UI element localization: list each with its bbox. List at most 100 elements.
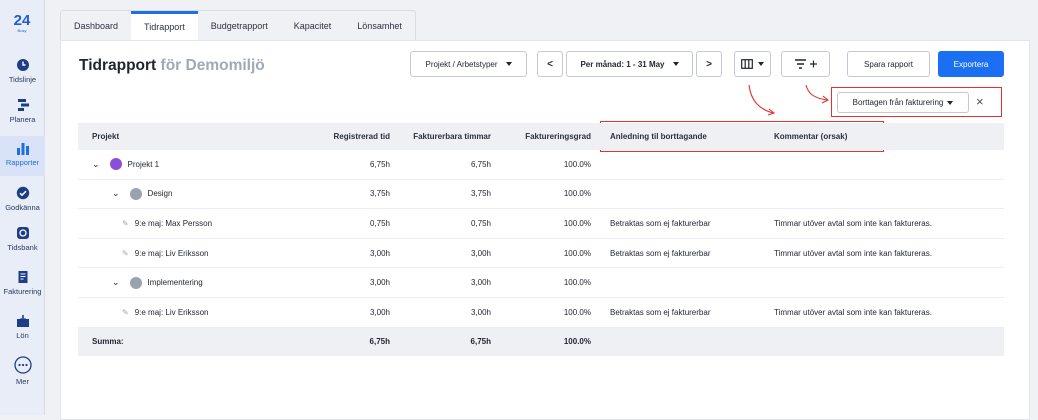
sidebar-item-lon[interactable]: Lön [0, 314, 45, 340]
chevron-left-icon: < [547, 58, 553, 70]
salary-icon [16, 315, 29, 327]
cell-registrerad: 6,75h [369, 159, 390, 169]
invoice-icon [18, 271, 27, 283]
cell-anledning: Betraktas som ej fakturerbar [610, 248, 711, 258]
pencil-icon[interactable]: ✎ [122, 308, 129, 317]
main-area: Dashboard Tidrapport Budgetrapport Kapac… [60, 10, 1030, 420]
period-dropdown[interactable]: Per månad: 1 - 31 May [566, 51, 693, 77]
row-name: Design [147, 189, 173, 199]
table-row[interactable]: ⌄ Design 3,75h 3,75h 100.0% [78, 180, 1004, 210]
prev-period-button[interactable]: < [537, 51, 563, 77]
app-logo[interactable]: 24 Busy [10, 13, 34, 33]
pencil-icon[interactable]: ✎ [122, 249, 129, 258]
chevron-down-icon[interactable]: ⌄ [112, 277, 120, 288]
cell-anledning: Betraktas som ej fakturerbar [610, 218, 711, 228]
cell-kommentar: Timmar utöver avtal som inte kan fakture… [774, 218, 932, 228]
chevron-down-icon [505, 62, 512, 66]
columns-button[interactable] [734, 51, 771, 77]
sum-label: Summa: [92, 337, 124, 347]
sidebar-item-godkanna[interactable]: Godkänna [0, 186, 45, 212]
cell-registrerad: 3,00h [369, 278, 390, 288]
groupby-label: Projekt / Arbetstyper [425, 59, 498, 69]
col-registrerad-tid[interactable]: Registrerad tid [308, 132, 390, 141]
cell-grad: 100.0% [563, 189, 591, 199]
table-row[interactable]: ⌄ Implementering 3,00h 3,00h 100.0% [78, 268, 1004, 298]
sidebar-item-mer[interactable]: Mer [0, 356, 45, 386]
close-icon[interactable]: × [976, 94, 984, 109]
col-projekt[interactable]: Projekt [78, 132, 308, 141]
cell-grad: 100.0% [563, 307, 591, 317]
table-row[interactable]: ✎ 9:e maj: Max Persson 0,75h 0,75h 100.0%… [78, 209, 1004, 239]
export-button[interactable]: Exportera [938, 51, 1004, 77]
cell-kommentar: Timmar utöver avtal som inte kan fakture… [774, 307, 932, 317]
sidebar: 24 Busy Tidslinje Planera Rapporter Godkä… [0, 0, 45, 415]
cell-grad: 100.0% [563, 248, 591, 258]
timebank-icon [16, 227, 29, 239]
tab-budgetrapport[interactable]: Budgetrapport [198, 11, 281, 40]
report-table: Projekt Registrerad tid Fakturerbara tim… [78, 123, 1004, 356]
filter-plus-icon [794, 59, 817, 69]
sidebar-item-planera[interactable]: Planera [0, 98, 45, 124]
clock-icon [16, 59, 29, 71]
cell-registrerad: 3,75h [369, 189, 390, 199]
tab-lonsamhet[interactable]: Lönsamhet [344, 11, 415, 40]
tab-kapacitet[interactable]: Kapacitet [281, 11, 345, 40]
sidebar-item-label: Fakturering [3, 287, 42, 296]
table-row[interactable]: ⌄ Projekt 1 6,75h 6,75h 100.0% [78, 150, 1004, 180]
cell-grad: 100.0% [563, 218, 591, 228]
save-report-label: Spara rapport [864, 59, 913, 69]
worktype-icon [129, 276, 142, 289]
period-label: Per månad: 1 - 31 May [580, 59, 665, 69]
sidebar-item-tidslinje[interactable]: Tidslinje [0, 58, 45, 84]
groupby-dropdown[interactable]: Projekt / Arbetstyper [410, 51, 527, 77]
cell-grad: 100.0% [563, 278, 591, 288]
row-name: Projekt 1 [127, 159, 160, 169]
sidebar-item-tidsbank[interactable]: Tidsbank [0, 226, 45, 252]
cell-fakturerbara: 3,00h [470, 248, 491, 258]
plan-icon [17, 99, 29, 111]
sidebar-item-label: Tidslinje [8, 75, 37, 84]
cell-registrerad: 0,75h [369, 218, 390, 228]
table-row[interactable]: ✎ 9:e maj: Liv Eriksson 3,00h 3,00h 100.0… [78, 239, 1004, 269]
bar-chart-icon [16, 143, 29, 155]
report-tabs: Dashboard Tidrapport Budgetrapport Kapac… [60, 10, 416, 40]
more-icon [13, 356, 32, 374]
filter-tag-label: Borttagen från fakturering [852, 98, 944, 107]
columns-icon [741, 59, 753, 69]
sum-grad: 100.0% [563, 337, 591, 347]
pencil-icon[interactable]: ✎ [122, 219, 129, 228]
cell-fakturerbara: 3,00h [470, 307, 491, 317]
col-faktureringsgrad[interactable]: Faktureringsgrad [491, 132, 591, 141]
col-kommentar[interactable]: Kommentar (orsak) [774, 132, 1004, 141]
worktype-icon [129, 187, 142, 200]
row-name: 9:e maj: Max Persson [134, 218, 213, 228]
chevron-down-icon[interactable]: ⌄ [92, 159, 100, 170]
sidebar-item-fakturering[interactable]: Fakturering [0, 270, 45, 296]
cell-fakturerbara: 3,00h [470, 278, 491, 288]
col-fakturerbara-timmar[interactable]: Fakturerbara timmar [390, 132, 491, 141]
sidebar-item-label: Godkänna [5, 203, 40, 212]
cell-registrerad: 3,00h [369, 248, 390, 258]
next-period-button[interactable]: > [696, 51, 722, 77]
row-name: 9:e maj: Liv Eriksson [134, 307, 209, 317]
check-circle-icon [16, 186, 29, 200]
summary-row: Summa: 6,75h 6,75h 100.0% [78, 327, 1004, 356]
sidebar-item-rapporter[interactable]: Rapporter [0, 136, 45, 176]
table-row[interactable]: ✎ 9:e maj: Liv Eriksson 3,00h 3,00h 100.0… [78, 298, 1004, 328]
filter-tag-dropdown[interactable]: Borttagen från fakturering [837, 92, 969, 113]
sum-registrerad: 6,75h [369, 337, 390, 347]
tab-dashboard[interactable]: Dashboard [61, 11, 131, 40]
tab-tidrapport[interactable]: Tidrapport [131, 11, 198, 40]
chevron-down-icon[interactable]: ⌄ [112, 188, 120, 199]
save-report-button[interactable]: Spara rapport [847, 51, 930, 77]
filter-add-button[interactable] [781, 51, 830, 77]
sidebar-item-label: Rapporter [5, 158, 40, 167]
project-folder-icon [109, 158, 122, 171]
sidebar-item-label: Planera [9, 115, 36, 124]
chevron-right-icon: > [706, 58, 712, 70]
cell-grad: 100.0% [563, 159, 591, 169]
chevron-down-icon [947, 100, 954, 105]
export-label: Exportera [953, 59, 989, 69]
col-anledning[interactable]: Anledning til borttagande [591, 132, 774, 141]
row-name: 9:e maj: Liv Eriksson [134, 248, 209, 258]
